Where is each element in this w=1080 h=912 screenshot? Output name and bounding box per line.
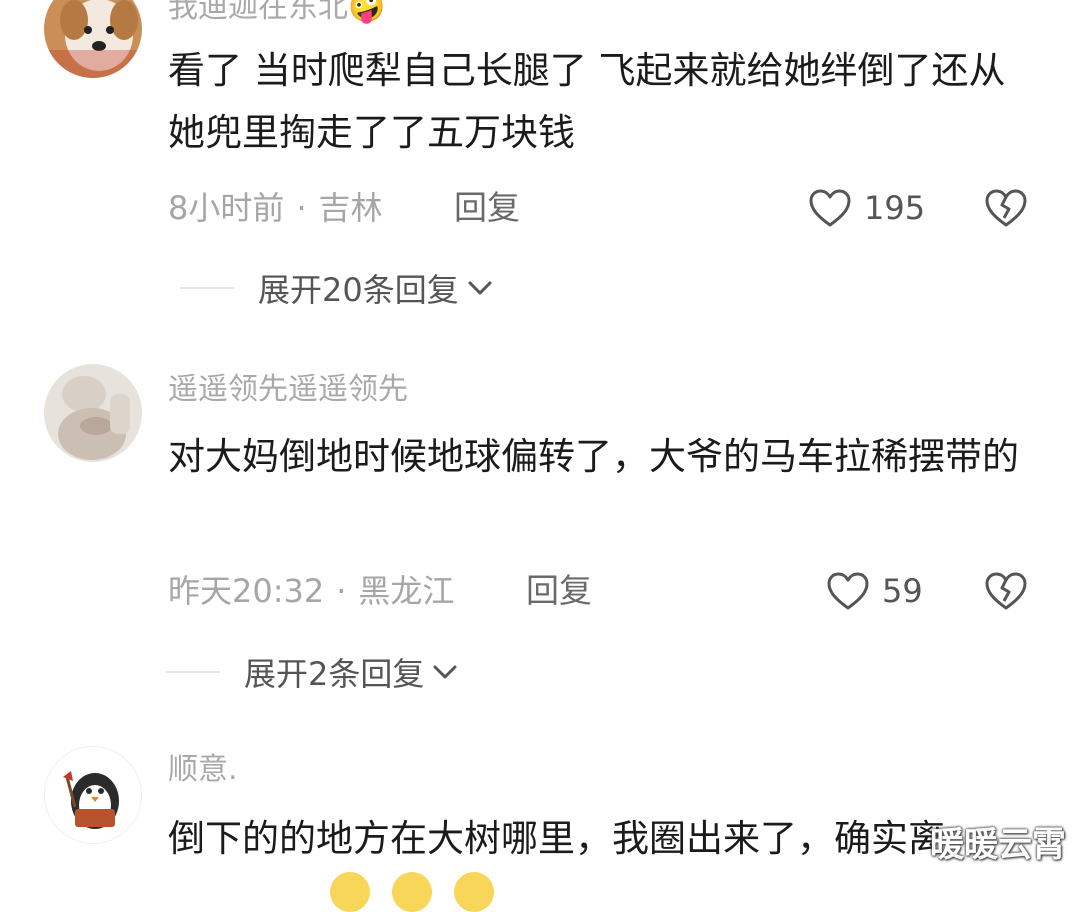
penguin-avatar-image — [45, 747, 141, 843]
expand-replies-label: 展开20条回复 — [258, 271, 459, 309]
user-photo-avatar-image — [44, 364, 142, 462]
emoji-row — [330, 872, 494, 912]
comment-text: 倒下的的地方在大树哪里，我圈出来了，确实离 — [168, 817, 945, 860]
comment-text: 看了 当时爬犁自己长腿了 飞起来就给她绊倒了还从她兜里掏走了了五万块钱 — [168, 49, 1006, 154]
avatar[interactable] — [44, 0, 142, 78]
username[interactable]: 顺意. — [168, 750, 238, 790]
dislike-button[interactable] — [984, 186, 1028, 230]
chevron-down-icon — [433, 665, 457, 679]
emoji-icon — [330, 872, 370, 912]
meta-separator: · — [296, 189, 307, 227]
location: 黑龙江 — [358, 572, 455, 610]
username[interactable]: 遥遥领先遥遥领先 — [168, 370, 408, 410]
comment-1: 我迪迦在东北🤪 看了 当时爬犁自己长腿了 飞起来就给她绊倒了还从她兜里掏走了了五… — [0, 0, 1080, 320]
reply-button[interactable]: 回复 — [526, 569, 592, 613]
avatar[interactable] — [44, 746, 142, 844]
username[interactable]: 我迪迦在东北🤪 — [168, 0, 385, 28]
comment-2: 遥遥领先遥遥领先 对大妈倒地时候地球偏转了，大爷的马车拉稀摆带的 昨天20:32… — [0, 360, 1080, 700]
like-count: 59 — [882, 572, 923, 610]
like-button[interactable]: 195 — [808, 186, 925, 230]
location: 吉林 — [318, 189, 383, 227]
meta-separator: · — [336, 572, 347, 610]
dog-avatar-image — [44, 0, 142, 78]
emoji-icon — [454, 872, 494, 912]
comment-meta: 8小时前 · 吉林 回复 — [168, 186, 1068, 230]
broken-heart-icon — [985, 572, 1027, 610]
like-count: 195 — [864, 189, 926, 227]
comment-text: 对大妈倒地时候地球偏转了，大爷的马车拉稀摆带的 — [168, 435, 1019, 478]
divider — [180, 287, 234, 289]
expand-replies-label: 展开2条回复 — [244, 655, 425, 693]
reply-button[interactable]: 回复 — [454, 186, 520, 230]
comment-3: 顺意. 倒下的的地方在大树哪里，我圈出来了，确实离 — [0, 744, 1080, 888]
timestamp: 昨天20:32 — [168, 572, 325, 610]
avatar[interactable] — [44, 364, 142, 462]
dislike-button[interactable] — [984, 569, 1028, 613]
broken-heart-icon — [985, 189, 1027, 227]
heart-outline-icon — [827, 572, 869, 610]
like-button[interactable]: 59 — [826, 569, 923, 613]
expand-replies-button[interactable]: 展开20条回复 — [180, 268, 493, 309]
divider — [166, 671, 220, 673]
watermark: 暖暖云霄 — [930, 825, 1066, 865]
chevron-down-icon — [468, 281, 492, 295]
timestamp: 8小时前 — [168, 189, 285, 227]
expand-replies-button[interactable]: 展开2条回复 — [166, 652, 458, 693]
heart-outline-icon — [809, 189, 851, 227]
comment-meta: 昨天20:32 · 黑龙江 回复 — [168, 569, 1068, 613]
emoji-icon — [392, 872, 432, 912]
